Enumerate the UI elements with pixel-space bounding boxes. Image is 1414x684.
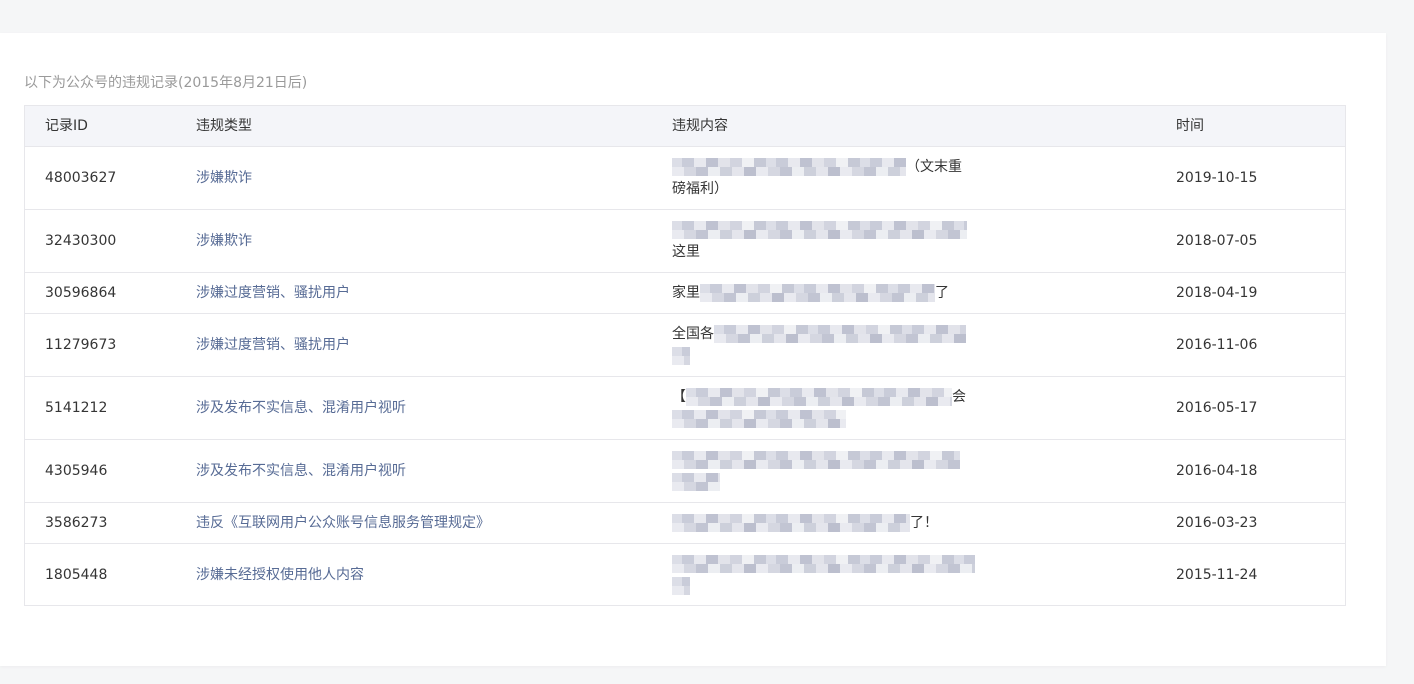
record-id: 11279673 [45,337,117,353]
table-header: 记录ID 违规类型 违规内容 时间 [25,106,1345,147]
blurred-content [700,284,935,302]
violation-content-cell: 这里 [652,210,1156,272]
record-id: 48003627 [45,170,117,186]
header-time: 时间 [1176,118,1204,134]
table-row: 5141212 涉及发布不实信息、混淆用户视听 【 会 2016-05-17 [25,377,1345,440]
violation-time: 2016-11-06 [1176,337,1258,353]
violation-type-link[interactable]: 违反《互联网用户公众账号信息服务管理规定》 [196,512,652,534]
violation-type-link[interactable]: 涉嫌未经授权使用他人内容 [196,564,652,586]
violation-type-cell: 涉嫌过度营销、骚扰用户 [176,273,652,313]
violation-content-cell: 【 会 [652,377,1156,439]
blurred-content [672,347,690,365]
violation-time: 2016-04-18 [1176,463,1258,479]
table-row: 3586273 违反《互联网用户公众账号信息服务管理规定》 了！ 2016-03… [25,503,1345,544]
table-row: 4305946 涉及发布不实信息、混淆用户视听 2016-04-18 [25,440,1345,503]
content-line: 家里 了 [672,282,1156,304]
violation-type-cell: 涉及发布不实信息、混淆用户视听 [176,440,652,502]
record-id: 1805448 [45,566,108,583]
content-line: 磅福利） [672,178,1156,200]
header-violation-content: 违规内容 [672,118,728,134]
blurred-content [672,514,910,532]
content-line [672,449,1156,471]
violation-time: 2015-11-24 [1176,566,1258,583]
blurred-content [686,388,952,406]
content-line: 这里 [672,241,1156,263]
blurred-content [672,473,720,491]
violation-type-link[interactable]: 涉嫌欺诈 [196,230,652,252]
violation-time: 2019-10-15 [1176,170,1258,186]
table-row: 1805448 涉嫌未经授权使用他人内容 2015-11-24 [25,544,1345,605]
violation-content-cell [652,544,1156,605]
table-row: 11279673 涉嫌过度营销、骚扰用户 全国各 2016-11-06 [25,314,1345,377]
content-text: 了！ [910,515,938,531]
content-line: 全国各 [672,323,1156,345]
blurred-content [672,158,906,176]
record-id: 30596864 [45,285,117,301]
record-id: 4305946 [45,463,108,479]
content-text: 磅福利） [672,181,728,197]
blurred-content [672,221,967,239]
violation-type-cell: 涉嫌欺诈 [176,210,652,272]
blurred-content [672,410,846,428]
content-line: （文末重 [672,156,1156,178]
violation-content-cell: 了！ [652,503,1156,543]
records-caption: 以下为公众号的违规记录(2015年8月21日后) [24,75,308,91]
blurred-content [672,576,690,595]
violation-time: 2018-04-19 [1176,285,1258,301]
content-line [672,219,1156,241]
violation-type-link[interactable]: 涉及发布不实信息、混淆用户视听 [196,460,652,482]
content-line [672,553,1156,575]
table-row: 48003627 涉嫌欺诈 （文末重 磅福利） 2019-10-15 [25,147,1345,210]
content-text: 全国各 [672,326,714,342]
violation-type-cell: 违反《互联网用户公众账号信息服务管理规定》 [176,503,652,543]
content-line: 了！ [672,512,1156,534]
content-text: （文末重 [906,159,962,175]
violation-time: 2016-05-17 [1176,400,1258,416]
violation-type-cell: 涉嫌过度营销、骚扰用户 [176,314,652,376]
violation-content-cell: 家里 了 [652,273,1156,313]
content-text: 会 [952,389,966,405]
content-line [672,345,1156,367]
record-id: 3586273 [45,515,108,531]
violation-type-link[interactable]: 涉嫌过度营销、骚扰用户 [196,334,652,356]
violation-time: 2018-07-05 [1176,233,1258,249]
violation-content-cell [652,440,1156,502]
table-row: 32430300 涉嫌欺诈 这里 2018-07-05 [25,210,1345,273]
violation-content-cell: （文末重 磅福利） [652,147,1156,209]
violation-type-cell: 涉嫌未经授权使用他人内容 [176,544,652,605]
violation-records-table: 记录ID 违规类型 违规内容 时间 48003627 涉嫌欺诈 （文末重 磅福利… [24,105,1346,606]
content-text: 了 [935,285,949,301]
violation-type-cell: 涉嫌欺诈 [176,147,652,209]
blurred-content [672,554,975,573]
violation-type-cell: 涉及发布不实信息、混淆用户视听 [176,377,652,439]
violation-type-link[interactable]: 涉嫌欺诈 [196,167,652,189]
violation-type-link[interactable]: 涉及发布不实信息、混淆用户视听 [196,397,652,419]
blurred-content [672,451,960,469]
violation-records-card: 以下为公众号的违规记录(2015年8月21日后) 记录ID 违规类型 违规内容 … [0,33,1386,666]
violation-type-link[interactable]: 涉嫌过度营销、骚扰用户 [196,282,652,304]
header-record-id: 记录ID [45,118,88,134]
header-violation-type: 违规类型 [196,118,252,134]
record-id: 5141212 [45,400,108,416]
content-text: 这里 [672,244,700,260]
blurred-content [714,325,966,343]
content-line [672,575,1156,597]
violation-time: 2016-03-23 [1176,515,1258,531]
content-line [672,471,1156,493]
content-line [672,408,1156,430]
table-row: 30596864 涉嫌过度营销、骚扰用户 家里 了 2018-04-19 [25,273,1345,314]
record-id: 32430300 [45,233,117,249]
content-line: 【 会 [672,386,1156,408]
violation-content-cell: 全国各 [652,314,1156,376]
content-text: 家里 [672,285,700,301]
content-text: 【 [672,389,686,405]
